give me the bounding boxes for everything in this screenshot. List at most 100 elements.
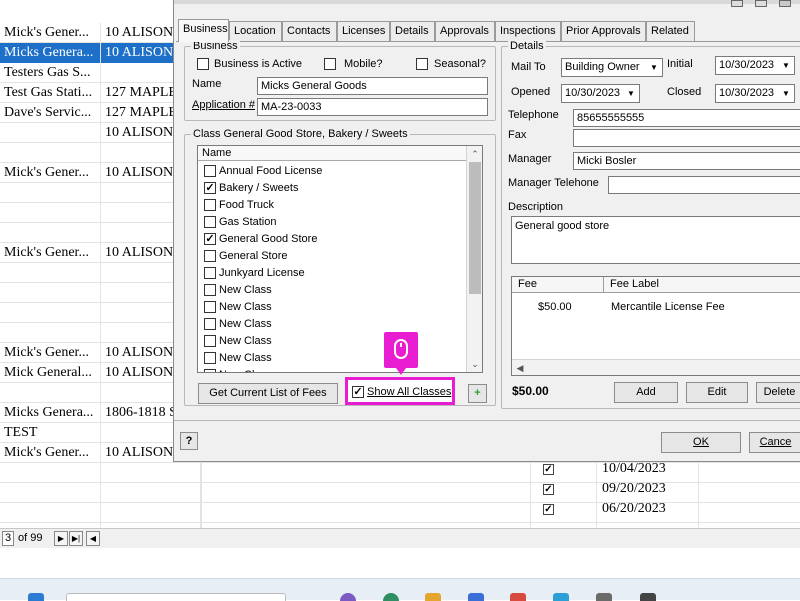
show-all-classes-label[interactable]: Show All Classes <box>367 386 451 398</box>
business-name-cell[interactable]: Mick's Gener... <box>0 343 101 363</box>
application-number-input[interactable]: MA-23-0033 <box>257 98 488 116</box>
business-name-cell[interactable] <box>0 283 101 303</box>
approved-checkbox[interactable]: ✓ <box>543 464 554 475</box>
class-checkbox[interactable] <box>204 250 216 262</box>
opened-date-picker[interactable]: 10/30/2023 ▼ <box>561 84 640 103</box>
closed-date-picker[interactable]: 10/30/2023 ▼ <box>715 84 795 103</box>
manager-input[interactable]: Micki Bosler <box>573 152 800 170</box>
scroll-left-icon[interactable]: ◀ <box>512 360 528 375</box>
page-number[interactable]: 3 <box>2 531 14 546</box>
ok-button[interactable]: OK <box>661 432 741 453</box>
telephone-input[interactable]: 85655555555 <box>573 109 800 127</box>
approved-checkbox[interactable]: ✓ <box>543 504 554 515</box>
business-name-cell[interactable] <box>0 383 101 403</box>
class-checkbox[interactable] <box>204 165 216 177</box>
business-name-cell[interactable] <box>0 503 101 523</box>
add-fee-button[interactable]: Add <box>614 382 678 403</box>
tab-business[interactable]: Business <box>178 19 229 42</box>
tab-licenses[interactable]: Licenses <box>337 21 390 41</box>
add-class-button[interactable]: + <box>468 384 487 403</box>
tab-related[interactable]: Related <box>646 21 695 41</box>
tab-contacts[interactable]: Contacts <box>282 21 337 41</box>
business-name-cell[interactable]: Dave's Servic... <box>0 103 101 123</box>
class-list-scrollbar[interactable]: ⌃ ⌄ <box>466 146 482 372</box>
tab-prior-approvals[interactable]: Prior Approvals <box>561 21 646 41</box>
scroll-up-icon[interactable]: ⌃ <box>467 146 482 162</box>
address-cell[interactable] <box>101 463 201 483</box>
maximize-icon[interactable] <box>755 0 767 7</box>
business-name-cell[interactable] <box>0 203 101 223</box>
close-icon[interactable] <box>779 0 791 7</box>
business-name-cell[interactable]: Mick's Gener... <box>0 243 101 263</box>
class-checkbox[interactable] <box>204 284 216 296</box>
class-checkbox[interactable] <box>204 335 216 347</box>
fee-label-column-header[interactable]: Fee Label <box>604 277 800 293</box>
fee-column-header[interactable]: Fee <box>512 277 604 293</box>
address-cell[interactable] <box>101 483 201 503</box>
tab-approvals[interactable]: Approvals <box>435 21 495 41</box>
fax-input[interactable] <box>573 129 800 147</box>
table-row[interactable] <box>0 463 800 483</box>
fees-horizontal-scrollbar[interactable]: ◀ <box>512 359 800 375</box>
tab-inspections[interactable]: Inspections <box>495 21 561 41</box>
mobile-checkbox[interactable] <box>324 58 336 70</box>
description-textarea[interactable]: General good store <box>511 216 800 264</box>
show-all-classes-checkbox[interactable]: ✓ <box>352 386 364 398</box>
help-icon[interactable]: ? <box>180 432 198 450</box>
business-name-cell[interactable]: Mick General... <box>0 363 101 383</box>
cancel-button[interactable]: Cance <box>749 432 800 453</box>
approved-checkbox[interactable]: ✓ <box>543 484 554 495</box>
business-name-cell[interactable]: Mick's Gener... <box>0 23 101 43</box>
class-checkbox[interactable]: ✓ <box>204 233 216 245</box>
tab-details[interactable]: Details <box>390 21 435 41</box>
business-name-cell[interactable] <box>0 303 101 323</box>
business-name-cell[interactable] <box>0 183 101 203</box>
fees-grid[interactable]: Fee Fee Label $50.00 Mercantile License … <box>511 276 800 376</box>
business-name-cell[interactable]: Mick's Gener... <box>0 443 101 463</box>
business-name-cell[interactable]: Testers Gas S... <box>0 63 101 83</box>
last-page-button[interactable]: ▶| <box>69 531 83 546</box>
prev-page-button[interactable]: ◀ <box>86 531 100 546</box>
business-name-cell[interactable]: Micks Genera... <box>0 43 101 63</box>
get-current-fees-button[interactable]: Get Current List of Fees <box>198 383 338 404</box>
business-name-cell[interactable] <box>0 483 101 503</box>
class-list-header[interactable]: Name <box>198 146 466 161</box>
business-name-cell[interactable] <box>0 223 101 243</box>
business-name-cell[interactable]: TEST <box>0 423 101 443</box>
business-name-cell[interactable] <box>0 323 101 343</box>
next-page-button[interactable]: ▶ <box>54 531 68 546</box>
scroll-down-icon[interactable]: ⌄ <box>467 356 482 372</box>
business-name-cell[interactable]: Test Gas Stati... <box>0 83 101 103</box>
manager-telephone-input[interactable] <box>608 176 800 194</box>
class-checkbox[interactable] <box>204 318 216 330</box>
mail-to-select[interactable]: Building Owner ▼ <box>561 58 663 77</box>
minimize-icon[interactable] <box>731 0 743 7</box>
business-name-cell[interactable] <box>0 263 101 283</box>
business-name-cell[interactable] <box>0 143 101 163</box>
business-name-cell[interactable] <box>0 463 101 483</box>
tab-location[interactable]: Location <box>229 21 282 41</box>
class-checkbox[interactable] <box>204 216 216 228</box>
delete-fee-button[interactable]: Delete <box>756 382 800 403</box>
address-cell[interactable] <box>101 503 201 523</box>
business-name-cell[interactable] <box>0 123 101 143</box>
class-checkbox[interactable] <box>204 369 216 372</box>
edit-fee-button[interactable]: Edit <box>686 382 748 403</box>
seasonal-checkbox[interactable] <box>416 58 428 70</box>
class-listbox[interactable]: Name ⌃ ⌄ Annual Food License ✓ Bakery / Sw… <box>197 145 483 373</box>
class-checkbox[interactable] <box>204 352 216 364</box>
application-number-label[interactable]: Application # <box>192 99 255 111</box>
business-name-cell[interactable]: Micks Genera... <box>0 403 101 423</box>
table-row[interactable] <box>0 503 800 523</box>
business-active-checkbox[interactable] <box>197 58 209 70</box>
business-name-cell[interactable]: Mick's Gener... <box>0 163 101 183</box>
class-checkbox[interactable] <box>204 301 216 313</box>
fee-amount-cell[interactable]: $50.00 <box>538 301 572 313</box>
class-checkbox[interactable] <box>204 267 216 279</box>
class-checkbox[interactable]: ✓ <box>204 182 216 194</box>
fee-label-cell[interactable]: Mercantile License Fee <box>611 301 725 313</box>
scroll-thumb[interactable] <box>469 162 481 294</box>
class-checkbox[interactable] <box>204 199 216 211</box>
table-row[interactable] <box>0 483 800 503</box>
business-name-input[interactable]: Micks General Goods <box>257 77 488 95</box>
